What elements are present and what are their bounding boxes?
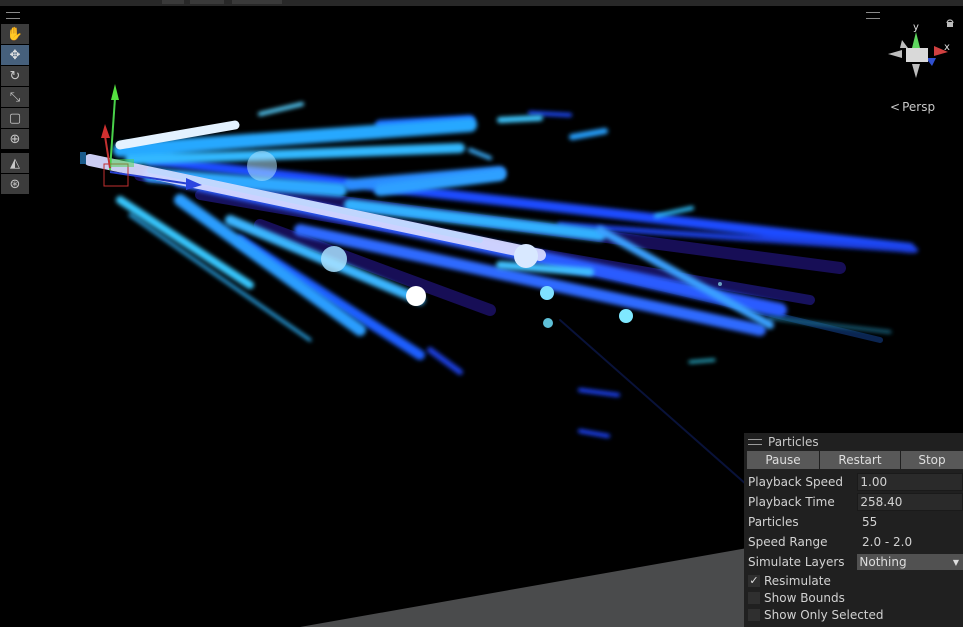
simulate-layers-dropdown[interactable]: Nothing ▼ bbox=[857, 554, 963, 570]
playback-time-row: Playback Time 258.40 bbox=[744, 492, 963, 512]
particles-count-row: Particles 55 bbox=[744, 512, 963, 532]
show-only-selected-row: Show Only Selected bbox=[744, 606, 963, 623]
restart-button[interactable]: Restart bbox=[820, 451, 900, 469]
gizmo-y-label: y bbox=[913, 22, 919, 33]
rect-icon: ▢ bbox=[8, 110, 22, 126]
show-only-selected-checkbox[interactable] bbox=[748, 608, 760, 621]
projection-toggle[interactable]: < Persp bbox=[890, 100, 935, 114]
perspective-icon: < bbox=[890, 100, 901, 114]
simulate-layers-label: Simulate Layers bbox=[748, 555, 845, 569]
move-tool-button[interactable]: ✥ bbox=[1, 45, 29, 65]
panel-menu-icon[interactable] bbox=[748, 439, 762, 445]
hand-icon: ✋ bbox=[6, 26, 24, 42]
simulate-layers-row: Simulate Layers Nothing ▼ bbox=[744, 552, 963, 572]
show-bounds-checkbox[interactable] bbox=[748, 591, 760, 604]
particles-panel-header[interactable]: Particles bbox=[744, 433, 963, 451]
scene-tools-toolbar: ✋ ✥ ↻ ⤡ ▢ ⊕ ◭ ⊛ bbox=[1, 24, 29, 195]
playback-speed-field[interactable]: 1.00 bbox=[857, 473, 963, 491]
rect-tool-button[interactable]: ▢ bbox=[1, 108, 29, 128]
projection-label: Persp bbox=[902, 100, 936, 114]
particles-panel-title: Particles bbox=[768, 435, 819, 449]
rotate-icon: ↻ bbox=[9, 68, 21, 84]
stop-button[interactable]: Stop bbox=[901, 451, 963, 469]
show-only-selected-label: Show Only Selected bbox=[764, 607, 884, 622]
orientation-gizmo[interactable]: y x bbox=[880, 18, 960, 98]
simulate-layers-value: Nothing bbox=[859, 555, 907, 569]
transform-tool-button[interactable]: ⊕ bbox=[1, 129, 29, 149]
scale-icon: ⤡ bbox=[9, 89, 21, 105]
rotate-tool-button[interactable]: ↻ bbox=[1, 66, 29, 86]
axis-gizmo-icon: y x bbox=[888, 19, 954, 78]
speed-range-label: Speed Range bbox=[748, 535, 828, 549]
gizmo-x-label: x bbox=[944, 42, 950, 53]
scale-tool-button[interactable]: ⤡ bbox=[1, 87, 29, 107]
particles-count-label: Particles bbox=[748, 515, 799, 529]
playback-time-label: Playback Time bbox=[748, 495, 835, 509]
speed-range-value: 2.0 - 2.0 bbox=[862, 535, 913, 549]
playback-speed-label: Playback Speed bbox=[748, 475, 843, 489]
checkmark-icon: ✓ bbox=[749, 574, 759, 587]
show-bounds-label: Show Bounds bbox=[764, 590, 845, 605]
orientation-overlay-handle[interactable] bbox=[866, 12, 880, 19]
show-bounds-row: Show Bounds bbox=[744, 589, 963, 606]
hand-tool-button[interactable]: ✋ bbox=[1, 24, 29, 44]
particles-count-value: 55 bbox=[862, 515, 878, 529]
editor-tool-icon: ◭ bbox=[10, 155, 20, 171]
toolbar-overlay-handle[interactable] bbox=[6, 12, 20, 19]
speed-range-row: Speed Range 2.0 - 2.0 bbox=[744, 532, 963, 552]
playback-speed-row: Playback Speed 1.00 bbox=[744, 472, 963, 492]
move-icon: ✥ bbox=[9, 47, 21, 63]
dropdown-arrow-icon: ▼ bbox=[952, 557, 959, 567]
playback-time-field[interactable]: 258.40 bbox=[857, 493, 963, 511]
transform-icon: ⊕ bbox=[9, 131, 21, 147]
pivot-tool-button[interactable]: ⊛ bbox=[1, 174, 29, 194]
pause-button[interactable]: Pause bbox=[747, 451, 819, 469]
pivot-icon: ⊛ bbox=[9, 176, 21, 192]
resimulate-row: ✓ Resimulate bbox=[744, 572, 963, 589]
playback-buttons: Pause Restart Stop bbox=[747, 451, 963, 469]
particles-panel: Particles Pause Restart Stop Playback Sp… bbox=[744, 433, 963, 627]
resimulate-label: Resimulate bbox=[764, 573, 831, 588]
custom-editor-tool-button[interactable]: ◭ bbox=[1, 153, 29, 173]
resimulate-checkbox[interactable]: ✓ bbox=[748, 574, 760, 587]
